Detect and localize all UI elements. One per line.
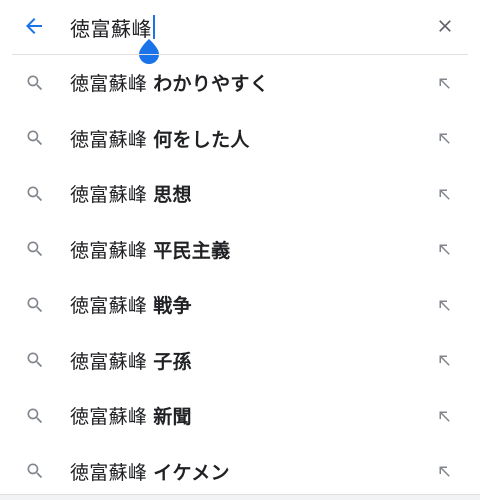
search-icon: [24, 183, 46, 205]
arrow-up-left-icon: [435, 240, 453, 258]
bottom-strip: [0, 494, 480, 500]
search-icon: [24, 405, 46, 427]
suggestion-suffix: 戦争: [153, 295, 192, 318]
fill-query-button[interactable]: [432, 348, 456, 372]
suggestion-prefix: 徳富蘇峰: [70, 184, 148, 207]
suggestion-item[interactable]: 徳富蘇峰 わかりやすく: [0, 55, 480, 111]
arrow-up-left-icon: [435, 462, 453, 480]
suggestion-text: 徳富蘇峰 思想: [70, 180, 192, 207]
suggestion-suffix: わかりやすく: [153, 73, 270, 96]
suggestion-text: 徳富蘇峰 何をした人: [70, 125, 250, 152]
fill-query-button[interactable]: [432, 459, 456, 483]
search-icon: [24, 127, 46, 149]
suggestion-text: 徳富蘇峰 戦争: [70, 291, 192, 318]
search-icon: [24, 72, 46, 94]
suggestion-text: 徳富蘇峰 子孫: [70, 347, 192, 374]
arrow-up-left-icon: [435, 407, 453, 425]
fill-query-button[interactable]: [432, 237, 456, 261]
search-bar: 徳富蘇峰: [0, 0, 480, 64]
search-icon: [24, 294, 46, 316]
suggestion-text: 徳富蘇峰 わかりやすく: [70, 69, 269, 96]
suggestion-suffix: 新聞: [153, 406, 192, 429]
arrow-up-left-icon: [435, 296, 453, 314]
suggestion-prefix: 徳富蘇峰: [70, 239, 148, 262]
suggestion-suffix: 何をした人: [153, 128, 250, 151]
suggestion-suffix: イケメン: [153, 461, 230, 484]
fill-query-button[interactable]: [432, 404, 456, 428]
suggestion-suffix: 思想: [153, 184, 192, 207]
search-icon: [24, 349, 46, 371]
suggestion-list: 徳富蘇峰 わかりやすく 徳富蘇峰 何をした人 徳富蘇峰 思想 徳富蘇峰 平民主義 徳富蘇峰 戦争徳…: [0, 55, 480, 499]
suggestion-item[interactable]: 徳富蘇峰 イケメン: [0, 444, 480, 500]
suggestion-prefix: 徳富蘇峰: [70, 73, 148, 96]
search-input[interactable]: 徳富蘇峰: [70, 13, 155, 41]
fill-query-button[interactable]: [432, 126, 456, 150]
suggestion-item[interactable]: 徳富蘇峰 新聞: [0, 388, 480, 444]
suggestion-item[interactable]: 徳富蘇峰 戦争: [0, 277, 480, 333]
fill-query-button[interactable]: [432, 182, 456, 206]
suggestion-item[interactable]: 徳富蘇峰 何をした人: [0, 111, 480, 167]
suggestion-prefix: 徳富蘇峰: [70, 350, 148, 373]
suggestion-item[interactable]: 徳富蘇峰 思想: [0, 166, 480, 222]
fill-query-button[interactable]: [432, 293, 456, 317]
suggestion-text: 徳富蘇峰 新聞: [70, 402, 192, 429]
arrow-up-left-icon: [435, 351, 453, 369]
suggestion-prefix: 徳富蘇峰: [70, 406, 148, 429]
suggestion-suffix: 子孫: [153, 350, 192, 373]
back-button[interactable]: [20, 12, 48, 40]
suggestion-prefix: 徳富蘇峰: [70, 295, 148, 318]
suggestion-suffix: 平民主義: [153, 239, 231, 262]
search-icon: [24, 460, 46, 482]
suggestion-item[interactable]: 徳富蘇峰 平民主義: [0, 222, 480, 278]
clear-button[interactable]: [432, 13, 458, 39]
text-cursor: [153, 15, 155, 39]
arrow-up-left-icon: [435, 129, 453, 147]
search-query-text: 徳富蘇峰: [70, 16, 152, 41]
suggestion-prefix: 徳富蘇峰: [70, 461, 148, 484]
arrow-up-left-icon: [435, 74, 453, 92]
arrow-left-icon: [26, 18, 42, 34]
arrow-up-left-icon: [435, 185, 453, 203]
suggestion-text: 徳富蘇峰 イケメン: [70, 458, 230, 485]
suggestion-text: 徳富蘇峰 平民主義: [70, 236, 230, 263]
suggestion-item[interactable]: 徳富蘇峰 子孫: [0, 333, 480, 389]
suggestion-prefix: 徳富蘇峰: [70, 128, 148, 151]
close-icon: [439, 20, 451, 32]
search-icon: [24, 238, 46, 260]
fill-query-button[interactable]: [432, 71, 456, 95]
